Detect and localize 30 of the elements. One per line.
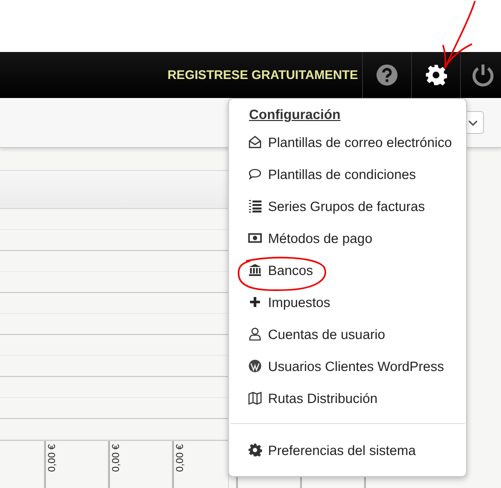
wordpress-icon: [248, 359, 262, 373]
amount-text: 0,00 €: [47, 444, 58, 472]
menu-item[interactable]: Impuestos: [229, 286, 466, 318]
menu-item[interactable]: Series Grupos de facturas: [229, 190, 466, 222]
user-icon: [248, 327, 262, 341]
envelope-icon: [248, 135, 262, 149]
menu-item[interactable]: Rutas Distribución: [229, 382, 466, 414]
menu-item[interactable]: Usuarios Clientes WordPress: [229, 350, 466, 382]
amount-text: 0,00 €: [111, 444, 122, 472]
map-icon: [248, 391, 262, 405]
menu-item[interactable]: Plantillas de correo electrónico: [229, 126, 466, 158]
settings-icon: [425, 64, 447, 86]
menu-item[interactable]: Bancos: [229, 254, 466, 286]
gear-icon: [248, 443, 262, 457]
amount-text: 0,00 €: [175, 444, 186, 472]
power-icon: [471, 63, 495, 87]
menu-item[interactable]: Plantillas de condiciones: [229, 158, 466, 190]
menu-item[interactable]: Cuentas de usuario: [229, 318, 466, 350]
register-link[interactable]: REGISTRESE GRATUITAMENTE: [167, 68, 358, 82]
speech-bubble-icon: [248, 167, 262, 181]
help-icon: [376, 64, 398, 86]
banknote-icon: [248, 231, 262, 245]
menu-item[interactable]: Preferencias del sistema: [229, 434, 466, 466]
numbered-list-icon: [248, 199, 262, 213]
plus-icon: [248, 295, 262, 309]
menu-heading: Configuración: [248, 106, 340, 124]
bank-icon: [248, 263, 262, 277]
menu-item[interactable]: Métodos de pago: [229, 222, 466, 254]
chevron-down-icon: [468, 118, 478, 126]
annotation-arrow: [442, 0, 476, 70]
